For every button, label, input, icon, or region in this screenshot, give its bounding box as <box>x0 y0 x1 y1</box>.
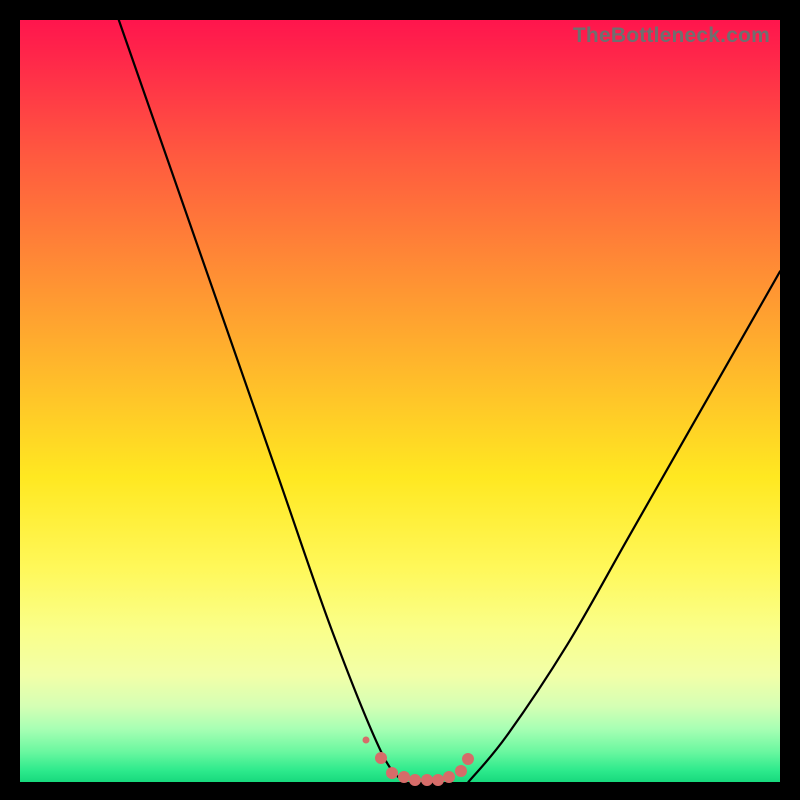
chart-frame: TheBottleneck.com <box>20 20 780 782</box>
left-curve-path <box>119 20 404 782</box>
right-curve-path <box>468 271 780 782</box>
bottleneck-curve <box>20 20 780 782</box>
